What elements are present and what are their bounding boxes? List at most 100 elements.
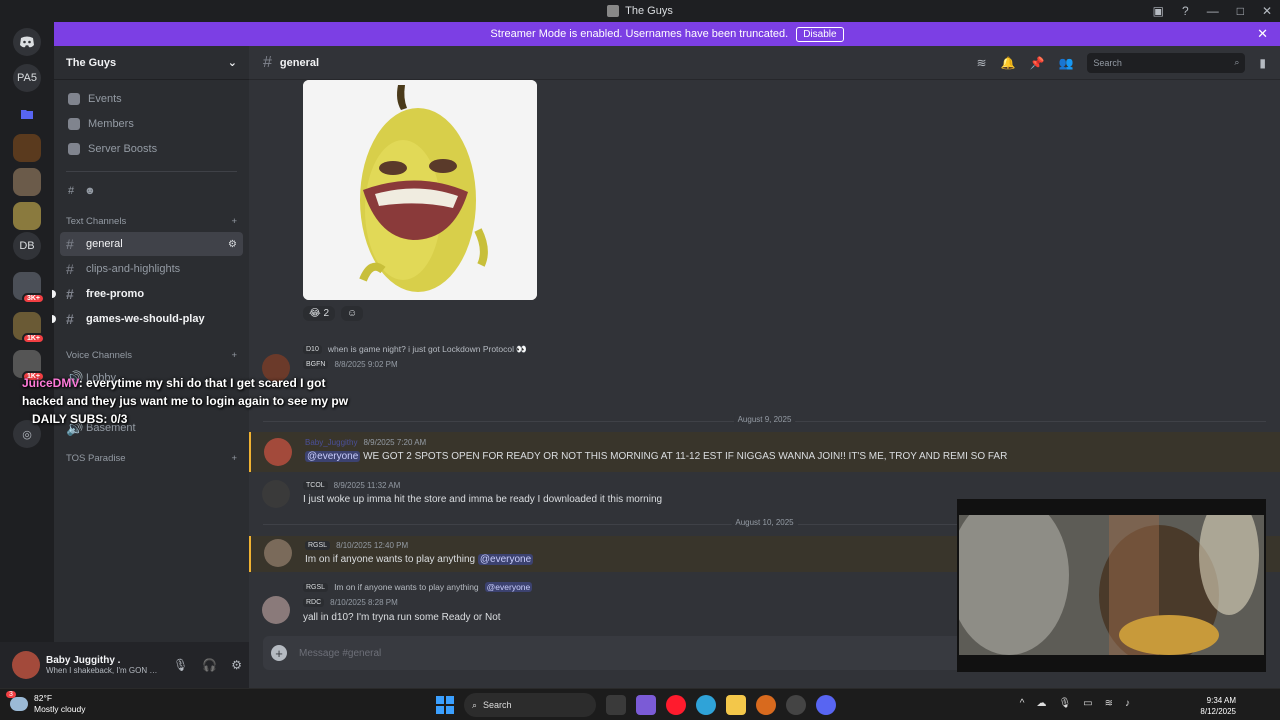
category-voice-channels[interactable]: Voice Channels +	[54, 345, 249, 365]
taskbar-clock[interactable]: 9:34 AM 8/12/2025	[1200, 695, 1236, 717]
app-icon-orange[interactable]	[756, 695, 776, 715]
tray-overflow-icon[interactable]: ^	[1020, 698, 1025, 709]
mic-tray-icon[interactable]: 🎙	[1058, 698, 1071, 709]
add-channel-icon[interactable]: +	[231, 216, 237, 227]
nav-members[interactable]: Members	[54, 111, 249, 136]
server-name: The Guys	[66, 56, 117, 69]
guild-pa5[interactable]: PA5	[13, 64, 41, 92]
guild-db[interactable]: DB	[13, 232, 41, 260]
everyone-mention[interactable]: @everyone	[305, 451, 361, 462]
channel-general[interactable]: # general ⚙	[60, 232, 243, 256]
member-list-icon[interactable]: 👥	[1058, 56, 1073, 70]
discord-home-icon[interactable]	[13, 28, 41, 56]
hash-icon: #	[66, 261, 74, 277]
message-avatar[interactable]	[262, 596, 290, 624]
guild-folder-1[interactable]: 3K+	[13, 272, 45, 304]
reaction-laughing[interactable]: 😂 2	[303, 306, 336, 321]
composer-placeholder: Message #general	[299, 647, 382, 659]
daily-subs-counter: DAILY SUBS: 0/3	[32, 412, 128, 426]
window-title: The Guys	[625, 5, 673, 17]
message-row-mention: Baby_Juggithy 8/9/2025 7:20 AM @everyone…	[249, 432, 1280, 472]
search-icon: ⌕	[1234, 57, 1240, 67]
date-divider: August 9, 2025	[263, 415, 1266, 424]
message-image-attachment[interactable]	[303, 80, 537, 300]
search-input[interactable]: Search ⌕	[1087, 52, 1246, 73]
inbox-icon[interactable]: ▮	[1259, 56, 1266, 70]
channel-settings-icon[interactable]: ⚙	[228, 239, 237, 250]
file-explorer-icon[interactable]	[726, 695, 746, 715]
headphones-icon[interactable]: 🎧	[202, 658, 217, 672]
threads-icon[interactable]: ≋	[976, 56, 986, 70]
category-tos-paradise[interactable]: TOS Paradise +	[54, 448, 249, 468]
settings-gear-icon[interactable]: ⚙	[231, 658, 242, 672]
attach-plus-icon[interactable]: +	[271, 645, 287, 661]
category-text-channels[interactable]: Text Channels +	[54, 211, 249, 231]
message-meta: Baby_Juggithy 8/9/2025 7:20 AM	[305, 438, 426, 447]
user-tag: TCOL	[303, 481, 328, 490]
message-timestamp: 8/9/2025 7:20 AM	[363, 438, 427, 447]
user-tag: RDC	[303, 598, 325, 607]
folder-icon[interactable]	[13, 100, 41, 128]
close-window-button[interactable]: ✕	[1262, 4, 1272, 18]
edge-browser-icon[interactable]	[696, 695, 716, 715]
channel-games-we-should-play[interactable]: # games-we-should-play	[52, 307, 243, 331]
message-avatar[interactable]	[264, 539, 292, 567]
add-channel-icon[interactable]: +	[231, 350, 237, 361]
user-avatar[interactable]	[12, 651, 40, 679]
channel-clips-and-highlights[interactable]: # clips-and-highlights	[60, 257, 243, 281]
message-avatar[interactable]	[264, 438, 292, 466]
hash-icon: #	[66, 311, 74, 327]
wifi-icon[interactable]: ≋	[1105, 698, 1113, 709]
minimize-button[interactable]: —	[1207, 4, 1219, 18]
hash-icon: #	[66, 236, 74, 252]
video-popout[interactable]	[957, 499, 1266, 672]
display-icon[interactable]: ▭	[1083, 698, 1092, 709]
notes-app-icon[interactable]	[636, 695, 656, 715]
reply-preview[interactable]: RGSL Im on if anyone wants to play anyth…	[303, 582, 533, 592]
add-channel-icon[interactable]: +	[231, 453, 237, 464]
nav-events[interactable]: Events	[54, 86, 249, 111]
hash-icon: #	[263, 53, 272, 71]
channels-browse-icon: #	[68, 184, 75, 197]
opera-browser-icon[interactable]	[666, 695, 686, 715]
reply-user-tag: RGSL	[303, 582, 329, 592]
help-icon[interactable]: ?	[1182, 4, 1189, 18]
channel-free-promo[interactable]: # free-promo	[52, 282, 243, 306]
network-icon[interactable]: ☁	[1036, 698, 1046, 709]
taskbar-search[interactable]: ⌕ Search	[464, 693, 596, 717]
message-avatar[interactable]	[262, 480, 290, 508]
everyone-mention[interactable]: @everyone	[484, 582, 533, 592]
reply-preview[interactable]: D10 when is game night? i just got Lockd…	[303, 344, 527, 355]
browse-channels-row[interactable]: # ☻	[54, 178, 249, 203]
file-app-icon[interactable]	[606, 695, 626, 715]
everyone-mention[interactable]: @everyone	[477, 554, 534, 565]
disable-streamer-mode-button[interactable]: Disable	[796, 26, 844, 42]
message-body: yall in d10? I'm tryna run some Ready or…	[303, 612, 501, 623]
nav-server-boosts[interactable]: Server Boosts	[54, 136, 249, 161]
windows-start-icon[interactable]	[436, 696, 454, 714]
maximize-button[interactable]: □	[1237, 4, 1244, 18]
emoji-icon: ☻	[84, 184, 96, 197]
guild-the-guys-icon[interactable]	[13, 168, 41, 196]
app-icon-dark[interactable]	[786, 695, 806, 715]
search-icon: ⌕	[472, 699, 478, 710]
guild-folder-2[interactable]: 1K+	[13, 312, 45, 344]
server-header[interactable]: The Guys ⌄	[54, 46, 249, 80]
guild-game-icon[interactable]	[13, 202, 41, 230]
volume-icon[interactable]: ♪	[1125, 698, 1130, 709]
windows-taskbar: 3 82°F Mostly cloudy ⌕ Search ^ ☁ 🎙 ▭ ≋ ♪…	[0, 688, 1280, 720]
message-author[interactable]: Baby_Juggithy	[305, 438, 357, 447]
overlay-username: JuiceDMV	[22, 376, 79, 390]
discord-taskbar-icon[interactable]	[816, 695, 836, 715]
user-info[interactable]: Baby Juggithy . When I shakeback, I'm GO…	[46, 655, 161, 675]
pin-icon[interactable]: 📌	[1029, 56, 1044, 70]
server-list: PA5 DB 3K+ 1K+ 1K+ ◎	[0, 22, 54, 688]
microphone-icon[interactable]: 🎙	[173, 658, 188, 672]
taskbar-apps: ⌕ Search	[436, 693, 836, 717]
add-reaction-icon[interactable]: ☺	[341, 306, 364, 321]
weather-widget[interactable]: 3 82°F Mostly cloudy	[6, 691, 86, 715]
guild-rg-icon[interactable]	[13, 134, 41, 162]
notification-bell-icon[interactable]: 🔔	[1001, 56, 1016, 70]
close-banner-icon[interactable]: ✕	[1257, 26, 1268, 42]
inbox-icon[interactable]: ▣	[1153, 4, 1164, 18]
